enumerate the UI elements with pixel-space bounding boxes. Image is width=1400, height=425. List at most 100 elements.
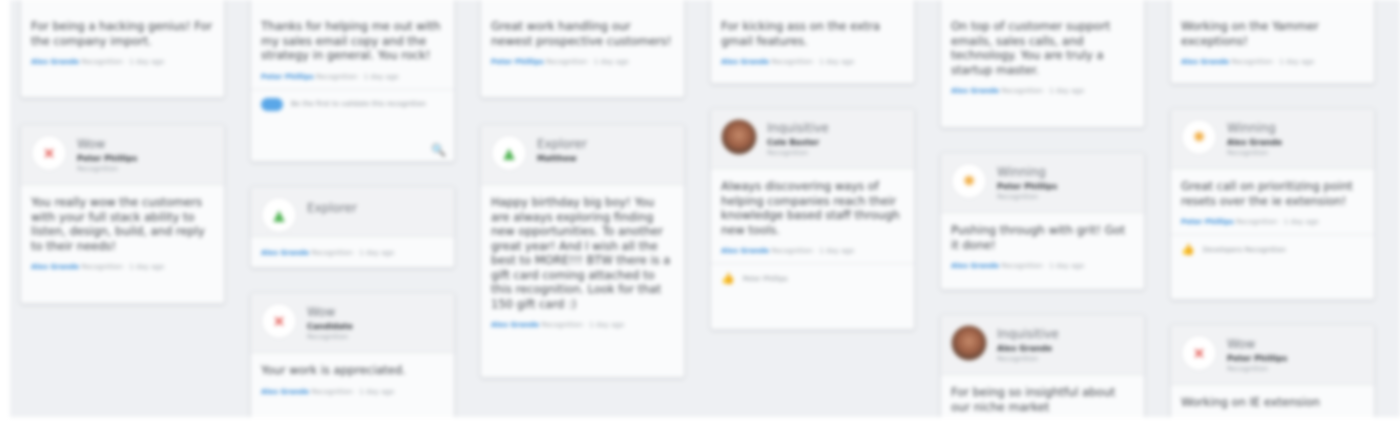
recognition-message: Great call on prioritizing point resets … — [1181, 179, 1353, 208]
recognition-meta: Alex Grande Recognition · 1 day ago — [951, 87, 1134, 95]
recognition-card[interactable]: ▲ Explorer Alex Grande Recognition · 1 d… — [250, 186, 455, 268]
recognition-card[interactable]: For kicking ass on the extra gmail featu… — [710, 0, 915, 84]
recognition-meta: Alex Grande Recognition · 1 day ago — [261, 249, 444, 257]
recognition-card[interactable]: × Wow Candidate Recognition Your work is… — [250, 292, 455, 417]
recognition-card[interactable]: Working on the Yammer exceptions! Alex G… — [1170, 0, 1375, 84]
recipient-name[interactable]: Matthew — [537, 154, 678, 163]
recipient-name[interactable]: Peter Phillips — [1227, 354, 1368, 363]
award-subtitle: Recognition — [307, 333, 349, 341]
validation-footer: Be the first to validate this recognitio… — [251, 88, 454, 119]
recognition-meta: Alex Grande Recognition · 1 day ago — [261, 388, 444, 396]
award-name: Wow — [77, 137, 106, 151]
award-name: Explorer — [537, 137, 587, 151]
recognition-date: Recognition · 1 day ago — [81, 58, 165, 66]
card-header: Inquisitive Cole Baxter Recognition — [711, 109, 914, 169]
award-name: Explorer — [307, 201, 357, 215]
author-link[interactable]: Peter Phillips — [491, 58, 544, 66]
avatar — [721, 119, 757, 155]
card-header: ▲ Explorer Matthew — [481, 125, 684, 185]
author-link[interactable]: Alex Grande — [491, 321, 539, 329]
winning-badge-icon: ✺ — [951, 163, 987, 199]
card-header: ✺ Winning Peter Phillips Recognition — [941, 153, 1144, 213]
author-link[interactable]: Alex Grande — [951, 262, 999, 270]
endorser-name: Developers Recognition — [1202, 245, 1286, 254]
recognition-date: Recognition · 1 day ago — [541, 321, 625, 329]
recognition-message: You really wow the customers with your f… — [31, 195, 205, 253]
recipient-name[interactable]: Peter Phillips — [997, 182, 1138, 191]
recognition-message: Thanks for helping me out with my sales … — [261, 19, 441, 62]
author-link[interactable]: Alex Grande — [1181, 58, 1229, 66]
recognition-message: Happy birthday big boy! You are always e… — [491, 195, 671, 311]
author-link[interactable]: Peter Phillips — [261, 73, 314, 81]
search-tool-icon[interactable]: 🔍 — [431, 143, 446, 157]
wow-badge-icon: × — [261, 303, 297, 339]
author-link[interactable]: Alex Grande — [261, 249, 309, 257]
recognition-card[interactable]: × Wow Peter Phillips Recognition You rea… — [20, 124, 225, 304]
recognition-board: For being a hacking genius! For the comp… — [10, 0, 1400, 417]
card-header: × Wow Candidate Recognition — [251, 293, 454, 353]
recognition-meta: Peter Phillips Recognition · 1 day ago — [491, 58, 674, 66]
card-header: Inquisitive Alex Grande Recognition — [941, 315, 1144, 375]
endorsement-footer: 👍 Peter Phillips — [711, 263, 914, 293]
recipient-name[interactable]: Peter Phillips — [77, 154, 218, 163]
recognition-message: Always discovering ways of helping compa… — [721, 179, 900, 237]
avatar — [951, 325, 987, 361]
author-link[interactable]: Alex Grande — [951, 87, 999, 95]
recognition-card[interactable]: Great work handling our newest prospecti… — [480, 0, 685, 98]
recognition-card[interactable]: ✺ Winning Peter Phillips Recognition Pus… — [940, 152, 1145, 290]
award-subtitle: Recognition — [767, 149, 809, 157]
recognition-meta: Alex Grande Recognition · 1 day ago — [31, 58, 214, 66]
recognition-message: For being so insightful about our niche … — [951, 385, 1116, 414]
author-link[interactable]: Alex Grande — [31, 263, 79, 271]
like-icon[interactable]: 👍 — [1181, 243, 1195, 256]
award-subtitle: Recognition — [997, 193, 1039, 201]
award-subtitle: Recognition — [77, 165, 119, 173]
author-link[interactable]: Peter Phillips — [1181, 218, 1234, 226]
validation-text: Be the first to validate this recognitio… — [291, 100, 426, 108]
recognition-meta: Alex Grande Recognition · 1 day ago — [31, 263, 214, 271]
recognition-card[interactable]: Inquisitive Alex Grande Recognition For … — [940, 314, 1145, 417]
recognition-card[interactable]: On top of customer support emails, sales… — [940, 0, 1145, 128]
recognition-card[interactable]: ✺ Winning Alex Grande Recognition Great … — [1170, 108, 1375, 300]
explorer-badge-icon: ▲ — [491, 135, 527, 171]
recognition-message: Working on the Yammer exceptions! — [1181, 19, 1319, 48]
recipient-name[interactable]: Cole Baxter — [767, 138, 908, 147]
recognition-date: Recognition · 1 day ago — [1001, 262, 1085, 270]
recognition-card[interactable]: For being a hacking genius! For the comp… — [20, 0, 225, 98]
award-name: Wow — [307, 305, 336, 319]
recipient-name[interactable]: Candidate — [307, 322, 448, 331]
recognition-date: Recognition · 1 day ago — [1231, 58, 1315, 66]
recognition-date: Recognition · 1 day ago — [771, 247, 855, 255]
award-subtitle: Recognition — [1227, 365, 1269, 373]
recognition-date: Recognition · 1 day ago — [311, 387, 395, 396]
recognition-date: Recognition · 1 day ago — [545, 58, 629, 66]
wow-badge-icon: × — [31, 135, 67, 171]
author-link[interactable]: Alex Grande — [721, 58, 769, 66]
recipient-name[interactable]: Alex Grande — [997, 344, 1138, 353]
recipient-name[interactable]: Alex Grande — [1227, 138, 1368, 147]
recognition-date: Recognition · 1 day ago — [1235, 218, 1319, 226]
like-icon[interactable]: 👍 — [721, 272, 735, 285]
winning-badge-icon: ✺ — [1181, 119, 1217, 155]
recognition-message: Great work handling our newest prospecti… — [491, 19, 672, 48]
recognition-card[interactable]: Inquisitive Cole Baxter Recognition Alwa… — [710, 108, 915, 330]
recognition-date: Recognition · 1 day ago — [311, 249, 395, 257]
recognition-card[interactable]: Thanks for helping me out with my sales … — [250, 0, 455, 162]
award-name: Winning — [997, 165, 1046, 179]
recognition-message: Pushing through with grit! Got it done! — [951, 223, 1126, 252]
award-name: Winning — [1227, 121, 1276, 135]
recognition-meta: Alex Grande Recognition · 1 day ago — [951, 262, 1134, 270]
recognition-meta: Alex Grande Recognition · 1 day ago — [721, 247, 904, 255]
award-subtitle: Recognition — [997, 355, 1039, 363]
recognition-meta: Alex Grande Recognition · 1 day ago — [491, 321, 674, 329]
author-link[interactable]: Alex Grande — [261, 388, 309, 396]
recognition-date: Recognition · 1 day ago — [81, 263, 165, 271]
recognition-card[interactable]: ▲ Explorer Matthew Happy birthday big bo… — [480, 124, 685, 378]
validate-toggle[interactable] — [261, 97, 283, 111]
author-link[interactable]: Alex Grande — [721, 247, 769, 255]
recognition-card[interactable]: × Wow Peter Phillips Recognition Working… — [1170, 324, 1375, 417]
author-link[interactable]: Alex Grande — [31, 58, 79, 66]
award-name: Inquisitive — [997, 327, 1059, 341]
recognition-date: Recognition · 1 day ago — [771, 58, 855, 66]
award-subtitle: Recognition — [1227, 149, 1269, 157]
